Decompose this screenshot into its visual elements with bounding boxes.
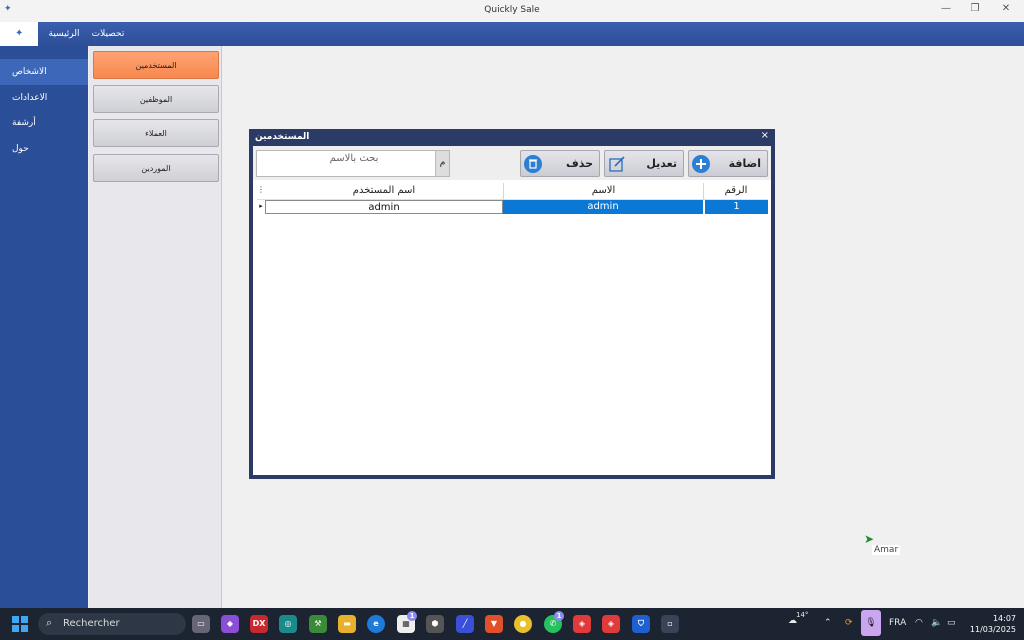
title-bar: ✦ Quickly Sale — ❐ ✕	[0, 0, 1024, 22]
column-id[interactable]: الرقم	[704, 185, 768, 196]
language-indicator[interactable]: FRA	[889, 618, 906, 628]
grid-header: ⋮ اسم المستخدم الاسم الرقم	[257, 183, 768, 200]
close-button[interactable]: ✕	[998, 3, 1014, 17]
left-navigation: الاشخاص الاعدادات أرشفة حول	[0, 46, 88, 608]
app-stripe-icon[interactable]: ╱	[456, 615, 474, 633]
add-button[interactable]: اضافة	[688, 150, 768, 177]
column-username[interactable]: اسم المستخدم	[265, 185, 503, 196]
microphone-icon[interactable]: 🎙	[861, 610, 881, 636]
whatsapp-badge: 1	[554, 611, 564, 621]
shield-icon[interactable]: ⛉	[632, 615, 650, 633]
dialog-title-bar[interactable]: المستخدمين ×	[249, 129, 775, 145]
window-title: Quickly Sale	[484, 5, 540, 15]
task-view-icon[interactable]: ▭	[192, 615, 210, 633]
dialog-close-button[interactable]: ×	[761, 130, 769, 141]
taskbar-search-label: Rechercher	[63, 618, 120, 629]
chevron-up-icon[interactable]: ⌃	[824, 618, 832, 628]
chrome-icon[interactable]: ●	[514, 615, 532, 633]
nav-item-persons[interactable]: الاشخاص	[0, 59, 88, 85]
speaker-icon[interactable]: 🔈	[931, 618, 942, 628]
search-placeholder: بحث بالاسم	[329, 153, 379, 164]
search-button[interactable]: م	[435, 151, 449, 176]
taskbar: ⌕ Rechercher ▭ ◆ DX ◎ ⚒ ▬ e ▦ 1 ⬢ ╱ ▼ ● …	[0, 608, 1024, 640]
dx-icon[interactable]: DX	[250, 615, 268, 633]
customers-button[interactable]: العملاء	[93, 119, 219, 147]
add-label: اضافة	[728, 157, 761, 170]
suppliers-button[interactable]: الموردين	[93, 154, 219, 182]
app-tool-icon[interactable]: ⚒	[309, 615, 327, 633]
anydesk-icon[interactable]: ◈	[573, 615, 591, 633]
sub-panel: المستخدمين الموظفين العملاء الموردين	[89, 46, 222, 608]
app-hex-icon[interactable]: ⬢	[426, 615, 444, 633]
app-menu-button[interactable]: ✦	[0, 22, 38, 46]
windows-start-icon[interactable]	[12, 616, 28, 632]
app-swirl-icon[interactable]: ◎	[279, 615, 297, 633]
restore-button[interactable]: ❐	[967, 3, 983, 17]
dialog-title: المستخدمين	[255, 132, 310, 142]
store-badge: 1	[407, 611, 417, 621]
table-row[interactable]: ▸ admin admin 1	[257, 200, 768, 214]
clock-time: 14:07	[992, 614, 1016, 623]
edit-button[interactable]: تعديل	[604, 150, 684, 177]
plus-icon	[692, 155, 710, 173]
users-grid[interactable]: ⋮ اسم المستخدم الاسم الرقم ▸ admin admin…	[257, 183, 768, 472]
file-explorer-icon[interactable]: ▬	[338, 615, 356, 633]
employees-button[interactable]: الموظفين	[93, 85, 219, 113]
cell-id[interactable]: 1	[704, 200, 768, 214]
nav-item-archive[interactable]: أرشفة	[0, 110, 88, 136]
delete-button[interactable]: حذف	[520, 150, 600, 177]
app-menu-icon: ✦	[15, 28, 24, 39]
cell-username[interactable]: admin	[265, 200, 503, 214]
trash-icon	[524, 155, 542, 173]
brave-icon[interactable]: ▼	[485, 615, 503, 633]
battery-icon[interactable]: ▭	[947, 618, 956, 628]
users-button[interactable]: المستخدمين	[93, 51, 219, 79]
wifi-icon[interactable]: ◠	[915, 618, 923, 628]
mouse-cursor-icon: ➤	[864, 532, 875, 546]
row-indicator-icon: ▸	[259, 202, 263, 210]
cell-name[interactable]: admin	[503, 200, 703, 214]
search-icon: ⌕	[46, 616, 53, 629]
refresh-tray-icon[interactable]: ⟳	[845, 618, 853, 628]
cursor-label: Amar	[872, 545, 901, 555]
search-input[interactable]: بحث بالاسم م	[256, 150, 450, 177]
clock[interactable]: 14:07 11/03/2025	[966, 613, 1016, 635]
edge-icon[interactable]: e	[367, 615, 385, 633]
column-name[interactable]: الاسم	[504, 185, 703, 196]
minimize-button[interactable]: —	[938, 3, 954, 17]
column-chooser-icon[interactable]: ⋮	[257, 185, 265, 194]
copilot-icon[interactable]: ◆	[221, 615, 239, 633]
nav-item-settings[interactable]: الاعدادات	[0, 85, 88, 111]
tab-collections[interactable]: تحصيلات	[88, 22, 128, 46]
quickly-sale-task-icon[interactable]: ▫	[661, 615, 679, 633]
clock-date: 11/03/2025	[969, 625, 1016, 634]
users-dialog: المستخدمين × بحث بالاسم م حذف تعديل اضاف…	[249, 129, 775, 479]
weather-temp: 14°	[796, 611, 809, 619]
taskbar-search[interactable]: ⌕ Rechercher	[38, 613, 186, 635]
edit-label: تعديل	[646, 157, 677, 170]
dialog-toolbar: بحث بالاسم م حذف تعديل اضافة	[253, 146, 771, 180]
delete-label: حذف	[565, 157, 593, 170]
edit-icon	[608, 155, 626, 173]
tab-home[interactable]: الرئيسية	[44, 22, 84, 46]
anydesk-icon-2[interactable]: ◈	[602, 615, 620, 633]
dialog-body: بحث بالاسم م حذف تعديل اضافة ⋮ اسم المست…	[253, 146, 771, 475]
nav-item-about[interactable]: حول	[0, 136, 88, 162]
ribbon-bar: ✦ الرئيسية تحصيلات	[0, 22, 1024, 46]
